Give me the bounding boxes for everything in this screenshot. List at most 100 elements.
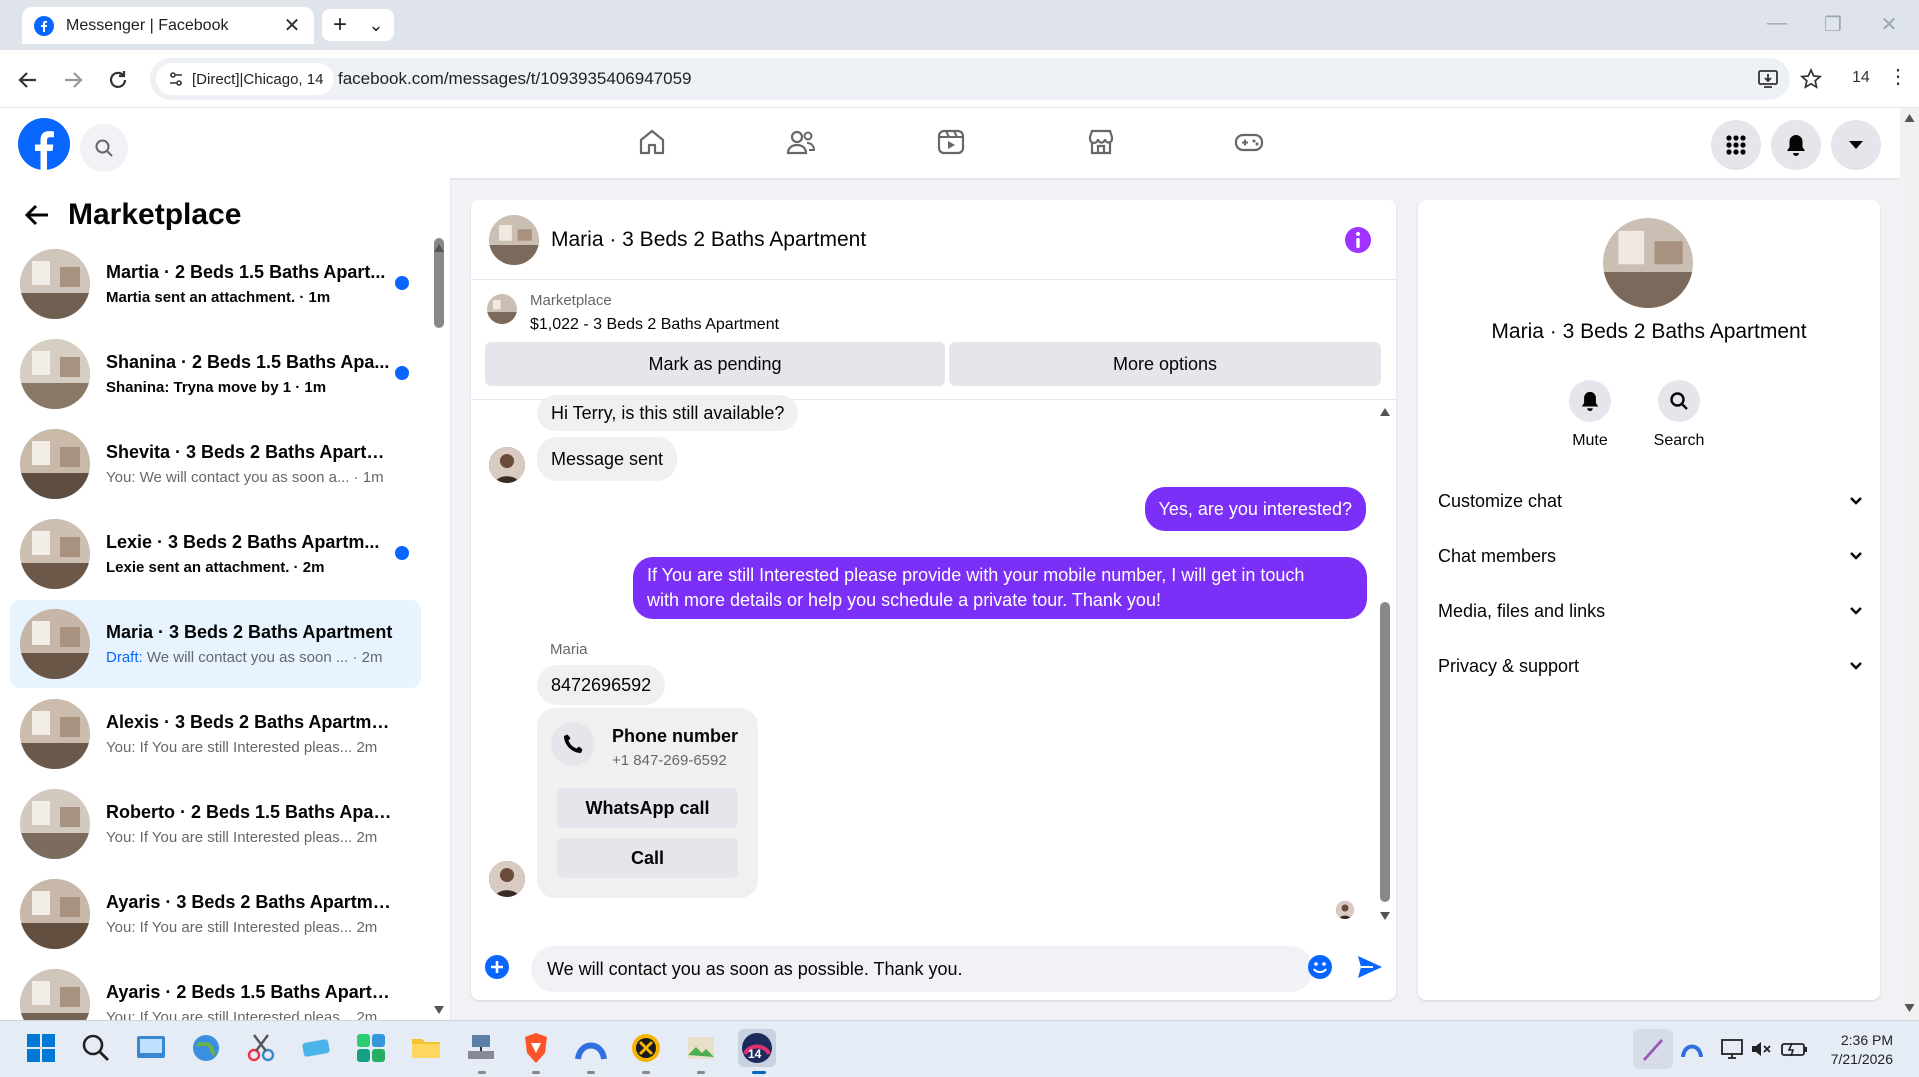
image-app-icon[interactable] xyxy=(684,1031,718,1065)
more-options-button[interactable]: More options xyxy=(949,342,1381,386)
control-panel-icon[interactable] xyxy=(134,1031,168,1065)
video-icon[interactable] xyxy=(935,126,967,158)
site-info-chip[interactable]: [Direct]|Chicago, 14 xyxy=(156,63,334,95)
forward-arrow-icon[interactable] xyxy=(60,67,86,93)
tab-close-icon[interactable]: ✕ xyxy=(282,13,302,38)
gaming-icon[interactable] xyxy=(1233,126,1265,158)
chat-members-section[interactable]: Chat members xyxy=(1438,536,1862,576)
media-files-links-section[interactable]: Media, files and links xyxy=(1438,591,1862,631)
send-icon[interactable] xyxy=(1356,954,1384,980)
battery-icon[interactable] xyxy=(1780,1039,1808,1059)
marketplace-icon[interactable] xyxy=(1085,126,1117,158)
active-app-slot[interactable]: 14 xyxy=(738,1029,776,1067)
tab-search-chevron-icon[interactable]: ⌄ xyxy=(358,9,394,41)
taskbar-badge: 14 xyxy=(748,1047,762,1061)
incoming-message[interactable]: 8472696592 xyxy=(537,665,666,705)
close-window-icon[interactable]: ✕ xyxy=(1874,12,1904,37)
search-action[interactable]: Search xyxy=(1644,380,1714,450)
conversation-item[interactable]: Lexie · 3 Beds 2 Baths Apartm... Lexie se… xyxy=(10,510,421,598)
restore-window-icon[interactable]: ❐ xyxy=(1818,12,1848,37)
address-bar[interactable]: [Direct]|Chicago, 14 facebook.com/messag… xyxy=(150,58,1790,100)
page-scrollbar[interactable] xyxy=(1900,108,1919,1020)
brave-browser-icon[interactable] xyxy=(519,1031,553,1065)
mark-as-pending-button[interactable]: Mark as pending xyxy=(485,342,945,386)
outgoing-message[interactable]: Yes, are you interested? xyxy=(1144,487,1366,531)
monitor-icon[interactable] xyxy=(1720,1038,1744,1060)
new-tab-button[interactable]: + xyxy=(322,9,358,41)
facebook-search-button[interactable] xyxy=(80,124,128,172)
mute-action[interactable]: Mute xyxy=(1555,380,1625,450)
facebook-logo-icon[interactable] xyxy=(18,118,70,170)
system-clock[interactable]: 2:36 PM 7/21/2026 xyxy=(1831,1031,1893,1069)
search-icon[interactable] xyxy=(79,1031,113,1065)
conversation-item[interactable]: Ayaris · 3 Beds 2 Baths Apartment You: If… xyxy=(10,870,421,958)
privacy-support-section[interactable]: Privacy & support xyxy=(1438,646,1862,686)
conversation-item[interactable]: Shanina · 2 Beds 1.5 Baths Apa... Shanina… xyxy=(10,330,421,418)
scroll-down-arrow-icon[interactable] xyxy=(1380,912,1390,920)
reload-icon[interactable] xyxy=(105,67,131,93)
outgoing-message[interactable]: If You are still Interested please provi… xyxy=(633,557,1367,619)
conversation-item[interactable]: Martia · 2 Beds 1.5 Baths Apart... Martia… xyxy=(10,240,421,328)
chat-scrollbar[interactable] xyxy=(1380,602,1390,902)
app-grid-icon[interactable] xyxy=(354,1031,388,1065)
listing-thumbnail[interactable] xyxy=(487,294,517,324)
scroll-up-arrow-icon[interactable] xyxy=(1380,408,1390,416)
scroll-up-arrow-icon[interactable] xyxy=(1904,114,1915,122)
conversation-item[interactable]: Maria · 3 Beds 2 Baths Apartment Draft: W… xyxy=(10,600,421,688)
file-explorer-icon[interactable] xyxy=(409,1031,443,1065)
scroll-up-arrow-icon[interactable] xyxy=(434,244,444,252)
conversation-preview: Martia sent an attachment. · 1m xyxy=(106,289,396,306)
browser-menu-icon[interactable]: ⋮ xyxy=(1888,64,1908,89)
emoji-icon[interactable] xyxy=(1307,954,1333,980)
extension-badge[interactable]: 14 xyxy=(1852,69,1870,87)
scroll-down-arrow-icon[interactable] xyxy=(1904,1004,1915,1012)
search-in-conversation-button[interactable] xyxy=(1658,380,1700,422)
call-button[interactable]: Call xyxy=(557,838,738,878)
bookmark-star-icon[interactable] xyxy=(1800,68,1822,90)
globe-app-icon[interactable] xyxy=(189,1031,223,1065)
home-icon[interactable] xyxy=(636,126,668,158)
snipping-tool-icon[interactable] xyxy=(244,1031,278,1065)
sender-avatar[interactable] xyxy=(489,861,525,897)
install-app-icon[interactable] xyxy=(1757,68,1779,90)
minimize-window-icon[interactable]: — xyxy=(1762,12,1792,35)
conversation-item[interactable]: Shevita · 3 Beds 2 Baths Apartm... You: W… xyxy=(10,420,421,508)
tray-pen-slot[interactable] xyxy=(1633,1029,1673,1069)
account-button[interactable] xyxy=(1831,120,1881,170)
preview-text: You: If You are still Interested pleas..… xyxy=(106,919,378,936)
network-app-icon[interactable] xyxy=(464,1031,498,1065)
speaker-muted-icon[interactable] xyxy=(1750,1039,1772,1059)
chat-title[interactable]: Maria · 3 Beds 2 Baths Apartment xyxy=(551,228,866,252)
arc-app-icon[interactable] xyxy=(574,1031,608,1065)
message-input[interactable]: We will contact you as soon as possible.… xyxy=(531,946,1313,992)
customize-chat-section[interactable]: Customize chat xyxy=(1438,481,1862,521)
mute-button[interactable] xyxy=(1569,380,1611,422)
menu-grid-button[interactable] xyxy=(1711,120,1761,170)
add-plus-icon[interactable] xyxy=(484,954,510,980)
chat-avatar[interactable] xyxy=(489,215,539,265)
windows-start-icon[interactable] xyxy=(24,1031,58,1065)
notifications-button[interactable] xyxy=(1771,120,1821,170)
conversation-item[interactable]: Roberto · 2 Beds 1.5 Baths Apart... You: … xyxy=(10,780,421,868)
unread-dot-icon xyxy=(395,546,409,560)
ixbrowser-icon[interactable] xyxy=(629,1031,663,1065)
back-arrow-icon[interactable] xyxy=(15,67,41,93)
arc-tray-icon[interactable] xyxy=(1680,1037,1704,1061)
sender-avatar[interactable] xyxy=(489,447,525,483)
apartment-photo xyxy=(20,699,90,769)
whatsapp-call-button[interactable]: WhatsApp call xyxy=(557,788,738,828)
friends-icon[interactable] xyxy=(785,126,817,158)
conversation-avatar[interactable] xyxy=(1603,218,1693,308)
listing-title[interactable]: $1,022 - 3 Beds 2 Baths Apartment xyxy=(530,316,779,334)
incoming-message[interactable]: Message sent xyxy=(537,437,678,481)
browser-tab-messenger[interactable]: Messenger | Facebook ✕ xyxy=(22,7,314,44)
incoming-message[interactable]: Hi Terry, is this still available? xyxy=(537,395,799,431)
info-icon[interactable] xyxy=(1344,226,1372,254)
scroll-down-arrow-icon[interactable] xyxy=(434,1006,444,1014)
conversation-item[interactable]: Alexis · 3 Beds 2 Baths Apartment You: If… xyxy=(10,690,421,778)
device-app-icon[interactable] xyxy=(299,1031,333,1065)
url-text[interactable]: facebook.com/messages/t/1093935406947059 xyxy=(338,69,691,89)
conversation-name: Shevita · 3 Beds 2 Baths Apartm... xyxy=(106,442,396,462)
back-arrow-icon[interactable] xyxy=(24,204,50,226)
chat-panel: Maria · 3 Beds 2 Baths Apartment Marketp… xyxy=(471,200,1396,1000)
